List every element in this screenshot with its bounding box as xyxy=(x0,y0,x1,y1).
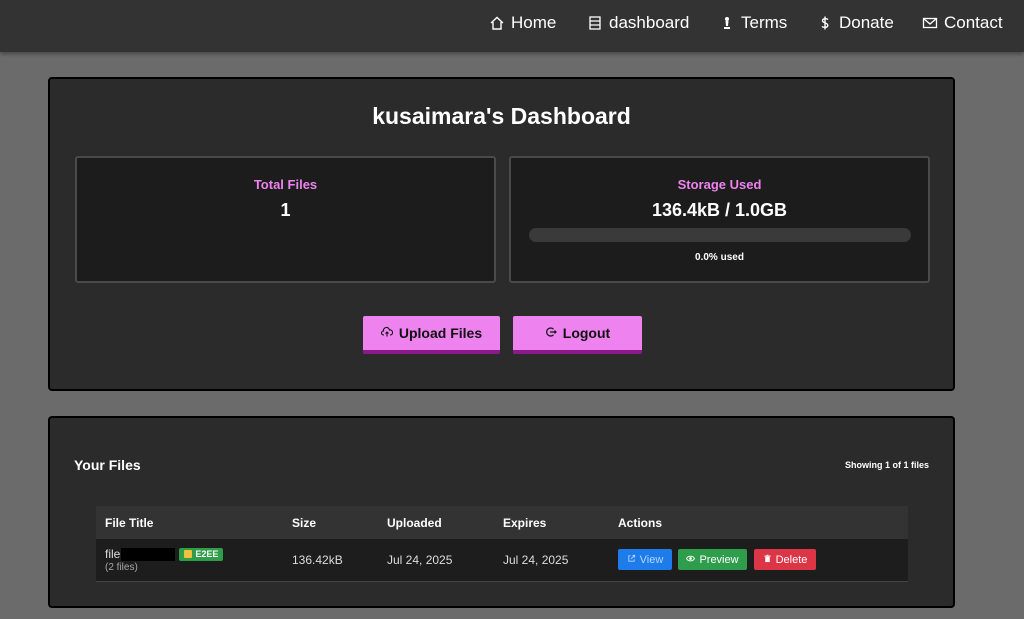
table-header: File Title Size Uploaded Expires Actions xyxy=(96,506,908,539)
file-uploaded-date: Jul 24, 2025 xyxy=(387,553,453,567)
chess-icon xyxy=(719,15,735,31)
files-panel: Your Files Showing 1 of 1 files File Tit… xyxy=(48,416,955,608)
nav-donate-label: Donate xyxy=(839,13,894,32)
top-nav: Home dashboard Terms Donate Contact xyxy=(0,0,1024,52)
e2ee-badge: E2EE xyxy=(179,547,224,561)
home-icon xyxy=(489,15,505,31)
files-table: File Title Size Uploaded Expires Actions… xyxy=(96,506,908,582)
nav-home-label: Home xyxy=(511,13,557,32)
logout-icon xyxy=(545,325,557,341)
table-row: file E2EE (2 files) 136.42kB Jul 24, 202… xyxy=(96,539,908,582)
e2ee-badge-label: E2EE xyxy=(195,549,219,559)
redacted-filename xyxy=(121,547,176,561)
files-count: Showing 1 of 1 files xyxy=(844,460,929,470)
total-files-label: Total Files xyxy=(253,177,318,192)
file-expires-date: Jul 24, 2025 xyxy=(503,553,569,567)
view-button-label: View xyxy=(639,553,664,566)
delete-button-label: Delete xyxy=(775,553,808,566)
nav-terms[interactable]: Terms xyxy=(719,13,787,33)
delete-button[interactable]: Delete xyxy=(754,549,816,570)
files-section-title: Your Files xyxy=(74,457,141,473)
file-count-subtext: (2 files) xyxy=(105,562,138,573)
storage-progress-bar xyxy=(529,228,911,242)
total-files-value: 1 xyxy=(280,200,291,220)
nav-home[interactable]: Home xyxy=(489,13,556,33)
column-header-expires: Expires xyxy=(503,516,547,530)
preview-button-label: Preview xyxy=(699,553,739,566)
column-header-size: Size xyxy=(292,516,317,530)
storage-value: 136.4kB / 1.0GB xyxy=(651,200,788,220)
total-files-card: Total Files 1 xyxy=(75,156,496,283)
nav-contact[interactable]: Contact xyxy=(922,13,1003,33)
upload-files-button[interactable]: Upload Files xyxy=(363,316,500,354)
storage-card: Storage Used 136.4kB / 1.0GB 0.0% used xyxy=(509,156,930,283)
cloud-upload-icon xyxy=(380,325,393,341)
nav-contact-label: Contact xyxy=(944,13,1003,32)
trash-icon xyxy=(763,554,772,566)
storage-label: Storage Used xyxy=(677,177,762,192)
lock-icon xyxy=(184,550,193,558)
preview-button[interactable]: Preview xyxy=(678,549,747,570)
list-icon xyxy=(587,15,603,31)
actions-cell: View Preview Delete xyxy=(618,539,838,582)
logout-button[interactable]: Logout xyxy=(513,316,642,354)
column-header-file-title: File Title xyxy=(105,516,154,530)
logout-label: Logout xyxy=(562,325,611,341)
storage-percent-text: 0.0% used xyxy=(695,252,744,263)
column-header-actions: Actions xyxy=(618,516,663,530)
upload-files-label: Upload Files xyxy=(398,325,483,341)
file-title-cell: file E2EE xyxy=(105,547,224,561)
column-header-uploaded: Uploaded xyxy=(387,516,442,530)
dashboard-panel: kusaimara's Dashboard Total Files 1 Stor… xyxy=(48,77,955,391)
nav-dashboard-label: dashboard xyxy=(609,13,690,32)
nav-terms-label: Terms xyxy=(741,13,788,32)
nav-dashboard[interactable]: dashboard xyxy=(587,13,689,33)
page-title: kusaimara's Dashboard xyxy=(372,103,631,129)
mail-icon xyxy=(922,15,938,31)
file-size: 136.42kB xyxy=(292,553,343,567)
view-button[interactable]: View xyxy=(618,549,672,570)
eye-icon xyxy=(686,554,696,566)
external-link-icon xyxy=(627,554,636,566)
dollar-icon xyxy=(817,15,833,31)
file-name: file xyxy=(105,547,121,561)
nav-donate[interactable]: Donate xyxy=(817,13,894,33)
